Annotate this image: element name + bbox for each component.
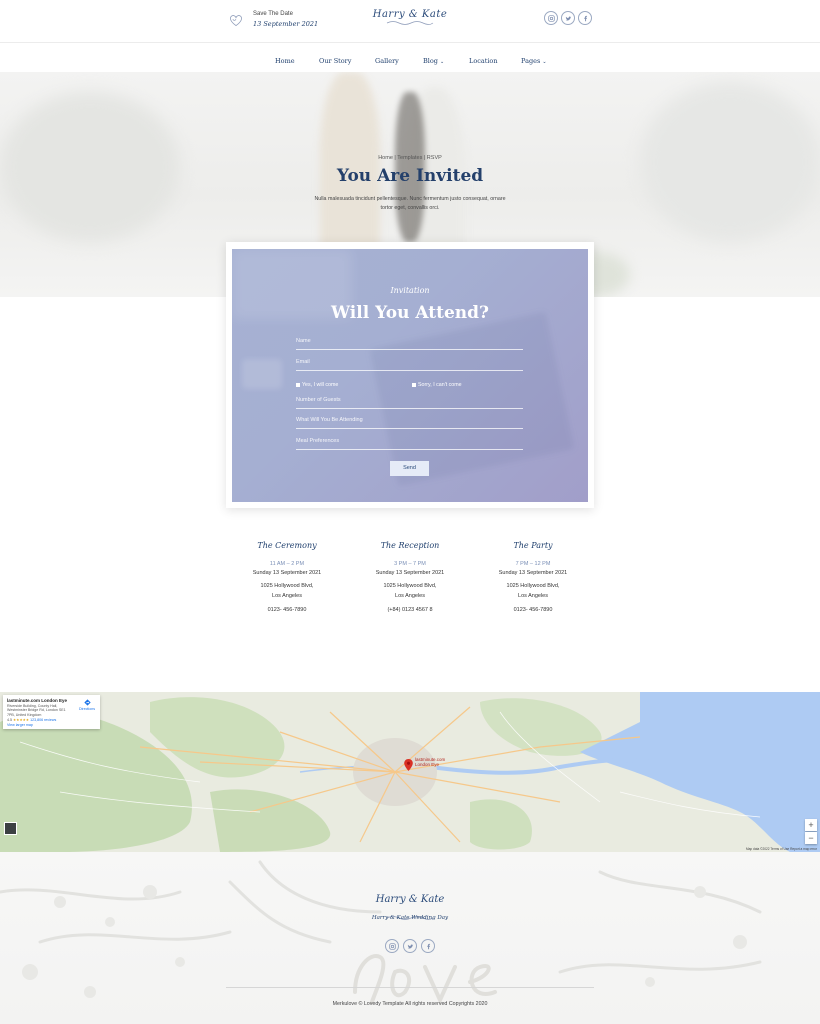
map-embed[interactable]: lastminute.com London Eye Riverside Buil… <box>0 692 820 852</box>
save-the-date-label: Save The Date <box>253 11 293 17</box>
map-address: Riverside Building, County Hall, Westmin… <box>7 704 66 717</box>
nav-pages[interactable]: Pages ⌄ <box>521 57 547 65</box>
footer-bg-branches <box>0 860 762 1005</box>
radio-box <box>296 383 300 387</box>
event-date: Sunday 13 September 2021 <box>375 570 445 576</box>
event-address: 1025 Hollywood Blvd, Los Angeles <box>383 583 437 599</box>
instagram-icon[interactable] <box>544 11 558 25</box>
rsvp-form: Invitation Will You Attend? Name Email Y… <box>232 249 588 502</box>
map-attribution: Map data ©2022 Terms of Use Report a map… <box>745 847 817 851</box>
map-pin-label: lastminute.com London Eye <box>415 757 446 767</box>
name-field[interactable]: Name <box>296 336 523 350</box>
instagram-icon[interactable] <box>385 939 399 953</box>
event-time: 7 PM – 12 PM <box>515 561 551 567</box>
chevron-down-icon: ⌄ <box>439 59 445 65</box>
site-footer: Harry & Kate Harry & Kate Wedding Day Me… <box>0 852 820 1024</box>
event-address: 1025 Hollywood Blvd, Los Angeles <box>506 583 560 599</box>
hero-bg-shape <box>640 82 820 242</box>
event-date: Sunday 13 September 2021 <box>498 570 568 576</box>
site-logo[interactable]: Harry & Kate <box>368 9 452 26</box>
event-phone: (+84) 0123 4567 8 <box>387 607 433 613</box>
map-pin-icon[interactable] <box>404 758 413 776</box>
wedding-date: 13 September 2021 <box>253 20 319 28</box>
event-title: The Party <box>513 541 553 550</box>
event-time: 11 AM – 2 PM <box>269 561 305 567</box>
footer-divider <box>226 987 594 988</box>
top-header: Save The Date 13 September 2021 Harry & … <box>0 0 820 43</box>
event-party: The Party 7 PM – 12 PM Sunday 13 Septemb… <box>478 539 588 615</box>
guests-field[interactable]: Number of Guests <box>296 395 523 409</box>
event-ceremony: The Ceremony 11 AM – 2 PM Sunday 13 Sept… <box>232 539 342 615</box>
twitter-icon[interactable] <box>561 11 575 25</box>
directions-icon <box>83 699 91 706</box>
event-date: Sunday 13 September 2021 <box>252 570 322 576</box>
logo-text: Harry & Kate <box>372 9 448 20</box>
footer-socials <box>385 939 435 953</box>
footer-subtitle: Harry & Kate Wedding Day <box>371 915 449 921</box>
event-time: 3 PM – 7 PM <box>394 561 426 567</box>
radio-no-label: Sorry, I can't come <box>418 382 462 388</box>
view-larger-map-link[interactable]: View larger map <box>7 723 96 727</box>
map-layer-toggle[interactable] <box>4 822 17 835</box>
save-the-date: Save The Date 13 September 2021 <box>228 10 318 29</box>
event-title: The Reception <box>380 541 440 550</box>
map-info-card: lastminute.com London Eye Riverside Buil… <box>3 695 100 729</box>
header-socials <box>544 11 592 25</box>
facebook-icon[interactable] <box>578 11 592 25</box>
chevron-down-icon: ⌄ <box>542 59 547 65</box>
nav-gallery[interactable]: Gallery <box>375 57 399 65</box>
zoom-in-button[interactable]: + <box>805 819 817 831</box>
nav-our-story[interactable]: Our Story <box>319 57 351 65</box>
logo-flourish-icon <box>386 21 434 25</box>
radio-box <box>412 383 416 387</box>
rsvp-title: Will You Attend? <box>331 303 489 323</box>
nav-location[interactable]: Location <box>469 57 498 65</box>
footer-logo[interactable]: Harry & Kate <box>0 894 820 905</box>
event-reception: The Reception 3 PM – 7 PM Sunday 13 Sept… <box>355 539 465 615</box>
event-phone: 0123- 456-7890 <box>513 607 553 613</box>
rsvp-card: Invitation Will You Attend? Name Email Y… <box>226 242 594 508</box>
radio-no[interactable]: Sorry, I can't come <box>412 382 462 388</box>
copyright: Merkulove © Lovedy Template All rights r… <box>332 1001 488 1007</box>
rsvp-bg-shape <box>242 359 282 389</box>
send-button[interactable]: Send <box>390 461 429 476</box>
nav-blog[interactable]: Blog ⌄ <box>423 57 444 65</box>
meal-field[interactable]: Meal Preferences <box>296 436 523 450</box>
radio-yes-label: Yes, I will come <box>302 382 339 388</box>
twitter-icon[interactable] <box>403 939 417 953</box>
facebook-icon[interactable] <box>421 939 435 953</box>
breadcrumb: Home | Templates | RSVP <box>378 155 442 161</box>
email-field[interactable]: Email <box>296 357 523 371</box>
main-nav: Home Our Story Gallery Blog ⌄ Location Pa… <box>0 44 820 72</box>
invitation-script: Invitation <box>390 286 430 295</box>
zoom-out-button[interactable]: − <box>805 832 817 844</box>
event-phone: 0123- 456-7890 <box>267 607 307 613</box>
page-subtitle: Nulla malesuada tincidunt pellentesque. … <box>314 196 506 211</box>
event-address: 1025 Hollywood Blvd, Los Angeles <box>260 583 314 599</box>
attending-field[interactable]: What Will You Be Attending <box>296 415 523 429</box>
hearts-icon <box>230 14 242 26</box>
event-title: The Ceremony <box>257 541 317 550</box>
directions-button[interactable]: Directions <box>79 699 95 711</box>
map-rating: 4.5 ★★★★★ 123,806 reviews <box>7 718 57 723</box>
page-title: You Are Invited <box>336 166 484 186</box>
radio-yes[interactable]: Yes, I will come <box>296 382 338 388</box>
nav-home[interactable]: Home <box>275 57 295 65</box>
